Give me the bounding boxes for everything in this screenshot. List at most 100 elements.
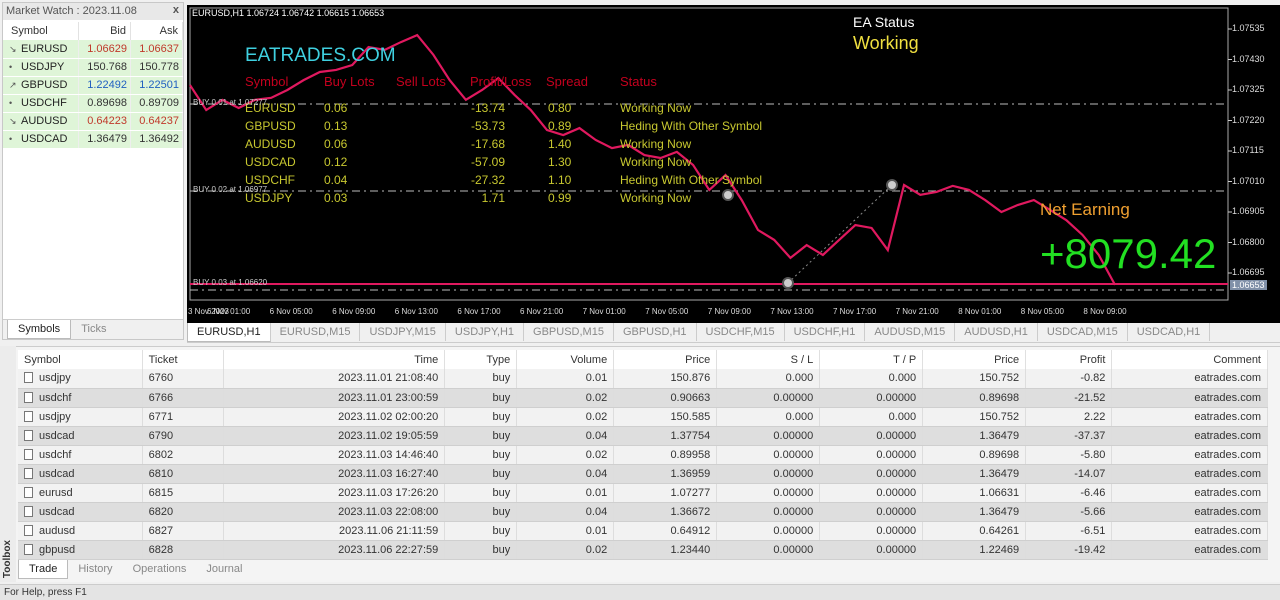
trade-cell-text: 0.02 [586,411,607,423]
trade-cell-text: 6790 [149,430,173,442]
chart-tab[interactable]: GBPUSD,H1 [614,323,697,341]
plot-border [190,8,1228,300]
price-series-line [190,35,1115,285]
trade-cell-text: 1.22469 [979,544,1019,556]
trade-cell: -5.80 [1026,445,1112,464]
trades-col-header[interactable]: Price [614,350,717,369]
chart-tab[interactable]: USDJPY,H1 [446,323,524,341]
toolbox-tab[interactable]: History [68,560,122,578]
trade-cell: 6802 [142,445,224,464]
trade-cell-text: eatrades.com [1194,392,1261,404]
chart-tab[interactable]: GBPUSD,M15 [524,323,614,341]
chart-tab[interactable]: AUDUSD,H1 [955,323,1038,341]
chart-tab[interactable]: USDJPY,M15 [360,323,445,341]
trade-row[interactable]: gbpusd68282023.11.06 22:27:59buy0.021.23… [18,540,1268,559]
chart-tab[interactable]: USDCAD,H1 [1128,323,1211,341]
trade-cell: buy [445,426,517,445]
trade-cell: eatrades.com [1112,464,1268,483]
order-icon [24,392,33,403]
trade-marker-icon[interactable] [887,180,897,190]
trade-cell: buy [445,464,517,483]
trade-row[interactable]: usdcad68202023.11.03 22:08:00buy0.041.36… [18,502,1268,521]
trade-cell: 6790 [142,426,224,445]
trade-cell: 0.000 [717,407,820,426]
trades-col-header[interactable]: S / L [717,350,820,369]
trade-cell: 6828 [142,540,224,559]
trade-cell: 150.585 [614,407,717,426]
trade-row[interactable]: usdjpy67602023.11.01 21:08:40buy0.01150.… [18,369,1268,388]
trade-cell: 0.00000 [717,502,820,521]
trade-cell-text: 0.01 [586,372,607,384]
trade-cell-text: 1.36672 [670,506,710,518]
chart-tab[interactable]: AUDUSD,M15 [865,323,955,341]
toolbox-tab[interactable]: Trade [18,560,68,579]
trade-cell-text: 0.00000 [876,430,916,442]
trade-cell: audusd [18,521,142,540]
trade-cell: 150.752 [923,407,1026,426]
trade-row[interactable]: usdchf68022023.11.03 14:46:40buy0.020.89… [18,445,1268,464]
toolbox-label: Toolbox [2,540,13,578]
trade-cell-text: 2023.11.01 23:00:59 [338,392,438,404]
trade-cell-text: -5.80 [1080,449,1105,461]
trade-cell: 150.876 [614,369,717,388]
trade-cell-text: 0.01 [586,487,607,499]
trade-cell-text: 6815 [149,487,173,499]
trades-col-header[interactable]: T / P [820,350,923,369]
trade-cell: 2023.11.02 19:05:59 [224,426,445,445]
trade-cell: 0.00000 [717,521,820,540]
trade-row[interactable]: audusd68272023.11.06 21:11:59buy0.010.64… [18,521,1268,540]
trade-cell-text: 0.64261 [979,525,1019,537]
trade-cell-text: 0.64912 [670,525,710,537]
trade-cell: 2023.11.01 23:00:59 [224,388,445,407]
trade-cell: usdjpy [18,407,142,426]
trade-cell: 1.06631 [923,483,1026,502]
trade-cell-text: 0.00000 [773,506,813,518]
trade-cell: 1.36479 [923,426,1026,445]
trade-cell-text: 0.02 [586,392,607,404]
trade-cell-text: 6766 [149,392,173,404]
order-icon [24,468,33,479]
trades-col-header[interactable]: Ticket [142,350,224,369]
trade-cell: buy [445,388,517,407]
chart-tab[interactable]: USDCAD,M15 [1038,323,1128,341]
trade-cell-text: 0.04 [586,506,607,518]
trades-col-header[interactable]: Volume [517,350,614,369]
trade-marker-icon[interactable] [783,278,793,288]
trade-cell: eatrades.com [1112,521,1268,540]
trade-cell-text: 0.04 [586,468,607,480]
trade-cell: 1.36672 [614,502,717,521]
trade-row[interactable]: usdjpy67712023.11.02 02:00:20buy0.02150.… [18,407,1268,426]
trade-cell: 0.01 [517,521,614,540]
chart-tab[interactable]: EURUSD,M15 [271,323,361,341]
trade-marker-icon[interactable] [723,190,733,200]
trades-col-header[interactable]: Time [224,350,445,369]
trades-col-header[interactable]: Type [445,350,517,369]
trades-col-header[interactable]: Price [923,350,1026,369]
trade-cell-text: eatrades.com [1194,506,1261,518]
chart-tab[interactable]: EURUSD,H1 [187,323,271,342]
trade-row[interactable]: eurusd68152023.11.03 17:26:20buy0.011.07… [18,483,1268,502]
trades-col-header[interactable]: Symbol [18,350,142,369]
chart-tab[interactable]: USDCHF,H1 [785,323,866,341]
trade-cell: 2023.11.01 21:08:40 [224,369,445,388]
trades-col-header[interactable]: Profit [1026,350,1112,369]
trade-cell-text: usdchf [39,392,71,404]
trade-row[interactable]: usdchf67662023.11.01 23:00:59buy0.020.90… [18,388,1268,407]
toolbox-tab[interactable]: Journal [196,560,252,578]
trade-cell-text: 150.752 [979,372,1019,384]
trade-cell-text: 2023.11.03 17:26:20 [338,487,438,499]
toolbox-tab[interactable]: Operations [123,560,197,578]
trade-cell: eatrades.com [1112,369,1268,388]
trade-row[interactable]: usdcad68102023.11.03 16:27:40buy0.041.36… [18,464,1268,483]
trade-cell: 0.000 [820,369,923,388]
trade-cell-text: 0.04 [586,430,607,442]
trade-cell: 6810 [142,464,224,483]
trade-cell-text: 1.36479 [979,430,1019,442]
trades-col-header[interactable]: Comment [1112,350,1268,369]
trade-cell-text: 2023.11.01 21:08:40 [338,372,438,384]
chart-tab[interactable]: USDCHF,M15 [697,323,785,341]
trade-cell: 0.00000 [820,502,923,521]
trade-cell: eurusd [18,483,142,502]
trade-cell-text: eurusd [39,487,73,499]
trade-row[interactable]: usdcad67902023.11.02 19:05:59buy0.041.37… [18,426,1268,445]
